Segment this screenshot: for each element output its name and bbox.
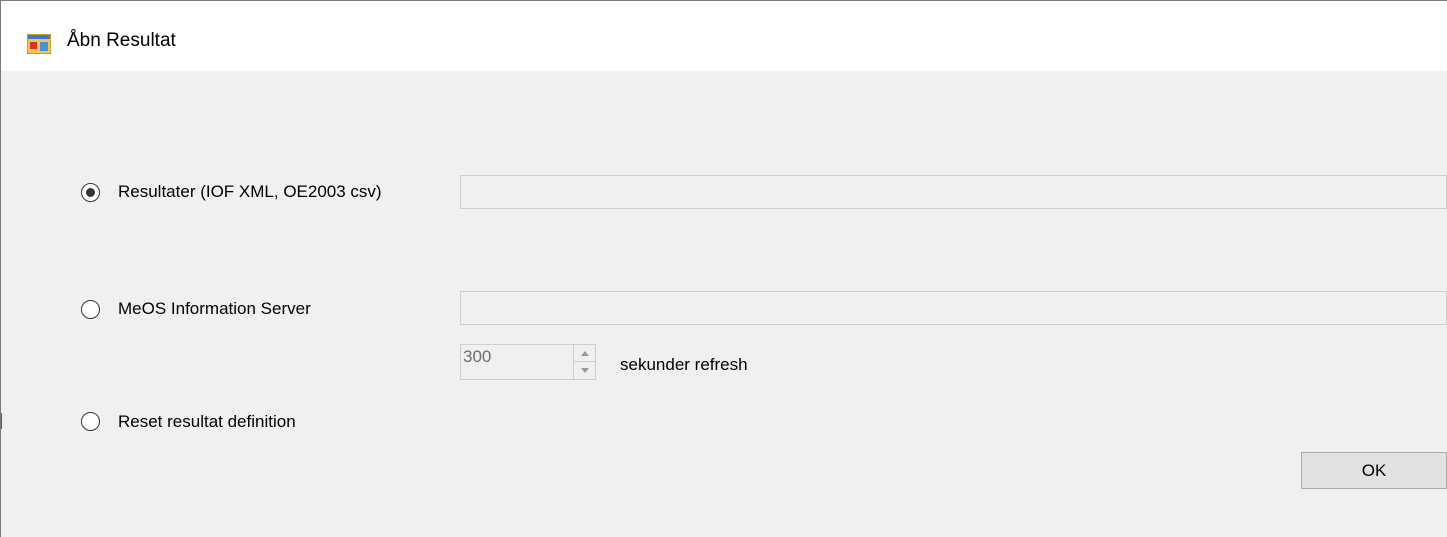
stepper-up-button[interactable] — [574, 345, 595, 362]
radio-meos-server[interactable] — [81, 300, 100, 319]
stepper-buttons — [573, 345, 595, 379]
radio-meos-server-label[interactable]: MeOS Information Server — [118, 299, 311, 319]
ok-button[interactable]: OK — [1301, 452, 1447, 489]
stepper-down-button[interactable] — [574, 362, 595, 378]
dialog-body: Resultater (IOF XML, OE2003 csv) MeOS In… — [1, 71, 1447, 537]
edge-marker — [1, 413, 2, 429]
arrow-down-icon — [580, 367, 589, 373]
refresh-seconds-value[interactable]: 300 — [463, 347, 491, 367]
radio-reset-definition-label[interactable]: Reset resultat definition — [118, 412, 296, 432]
open-result-dialog: Åbn Resultat Resultater (IOF XML, OE2003… — [0, 0, 1447, 537]
meos-server-address-input[interactable] — [460, 291, 1447, 325]
results-file-path-input[interactable] — [460, 175, 1447, 209]
radio-reset-definition[interactable] — [81, 412, 100, 431]
radio-results-file[interactable] — [81, 183, 100, 202]
title-bar: Åbn Resultat — [1, 1, 1447, 71]
refresh-seconds-stepper[interactable]: 300 — [460, 344, 596, 380]
app-icon — [27, 34, 51, 54]
refresh-seconds-label: sekunder refresh — [620, 355, 748, 374]
radio-results-file-label[interactable]: Resultater (IOF XML, OE2003 csv) — [118, 182, 382, 202]
arrow-up-icon — [580, 350, 589, 356]
window-title: Åbn Resultat — [67, 30, 176, 51]
